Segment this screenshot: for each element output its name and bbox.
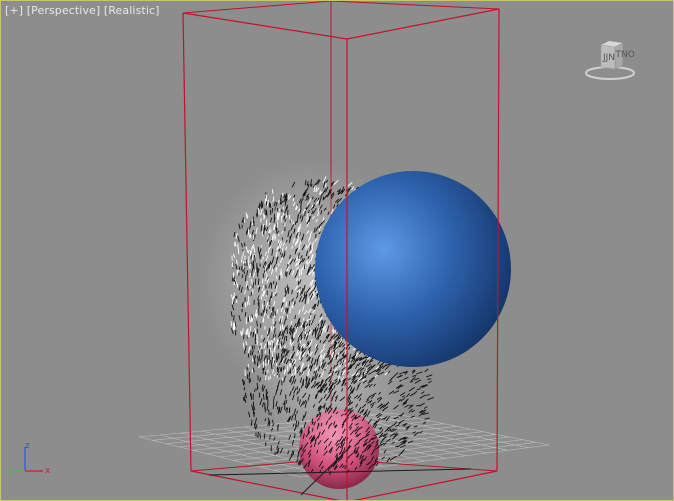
viewport-menu-perspective[interactable]: [Perspective] bbox=[27, 4, 101, 17]
axis-y-label: y bbox=[8, 467, 14, 477]
viewcube-icon[interactable]: JJN TNOdJ bbox=[585, 39, 635, 81]
axis-tripod-icon: z x y bbox=[8, 441, 51, 477]
viewport-menu-shading[interactable]: [Realistic] bbox=[104, 4, 160, 17]
scene-canvas[interactable] bbox=[1, 1, 674, 501]
viewport-label: [+] [Perspective] [Realistic] bbox=[5, 4, 160, 17]
viewcube-right-face-label: TNOdJ bbox=[615, 50, 636, 60]
axis-x-label: x bbox=[45, 466, 51, 476]
viewport-menu-plus[interactable]: [+] bbox=[5, 4, 23, 17]
blue-sphere[interactable] bbox=[315, 171, 511, 367]
viewcube-compass-ring[interactable] bbox=[585, 66, 635, 80]
axis-z-label: z bbox=[25, 441, 30, 451]
viewcube-left-face-label: JJN bbox=[602, 53, 615, 63]
perspective-viewport[interactable]: [+] [Perspective] [Realistic] JJN TNOdJ … bbox=[0, 0, 674, 501]
